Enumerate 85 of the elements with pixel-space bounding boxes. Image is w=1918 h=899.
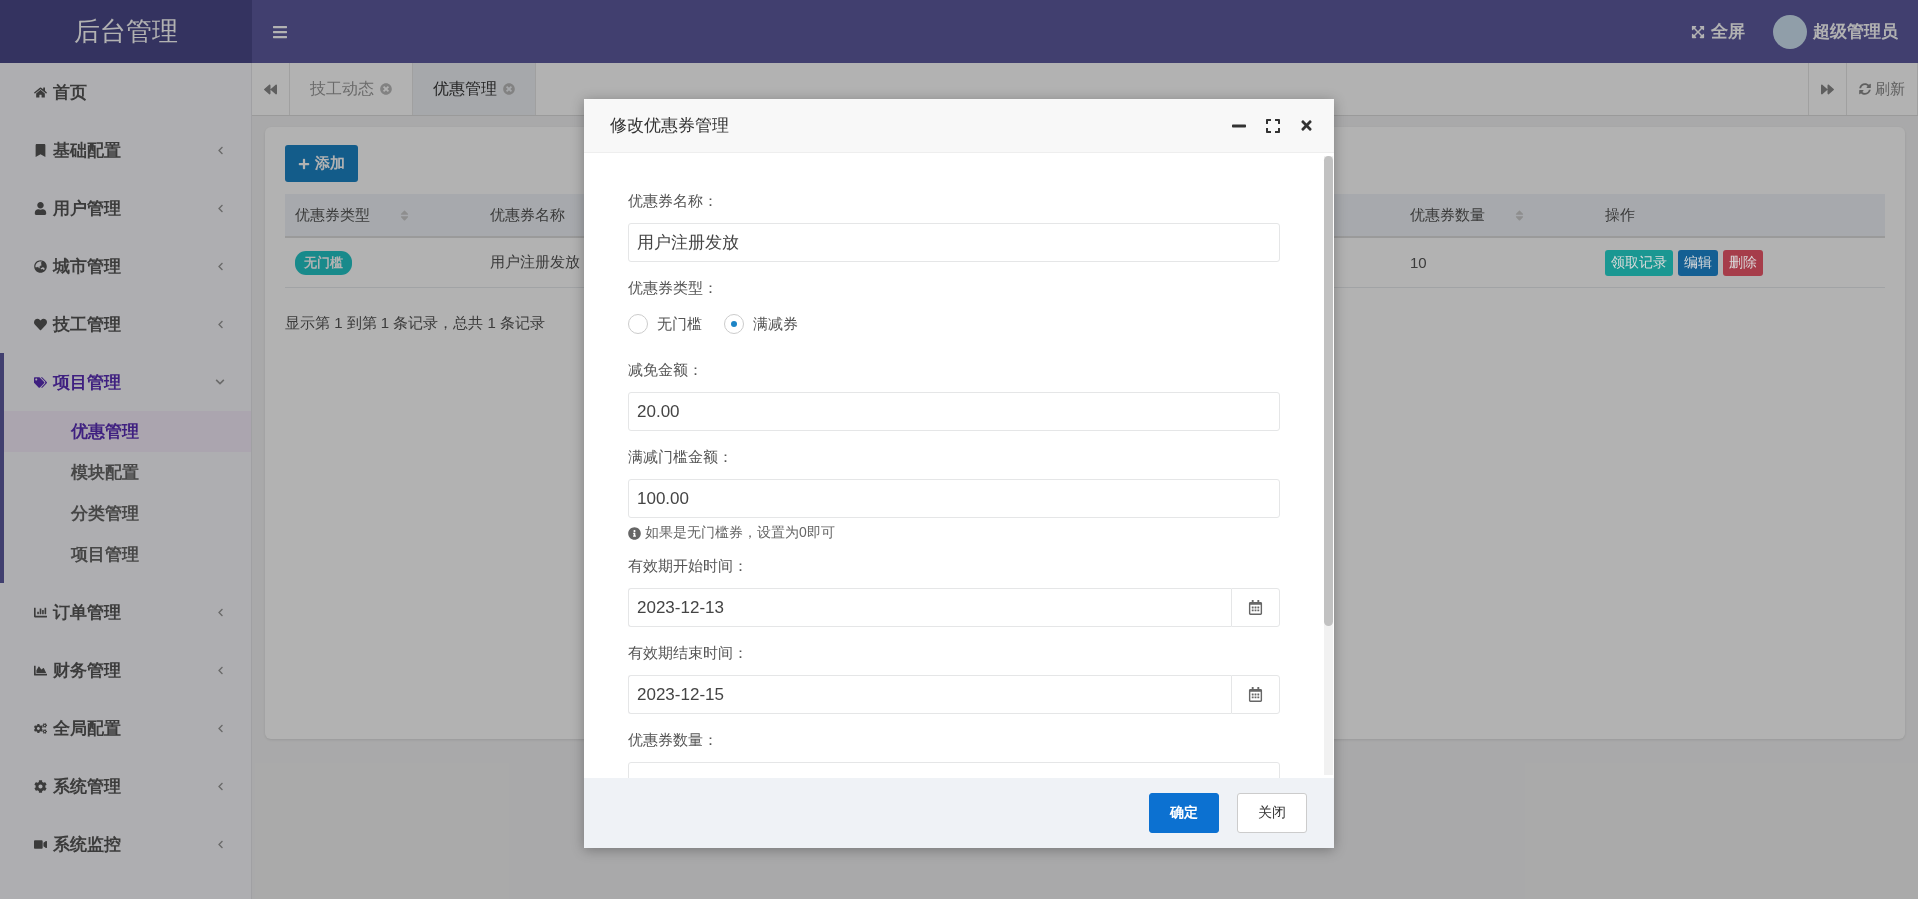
chevron-left-icon bbox=[216, 839, 225, 849]
pagination-info: 显示第 1 到第 1 条记录，总共 1 条记录 bbox=[285, 314, 546, 333]
help-text: 如果是无门槛券，设置为0即可 bbox=[645, 524, 835, 542]
field-label: 优惠券数量： bbox=[628, 730, 718, 750]
chevron-left-icon bbox=[216, 261, 225, 271]
chevron-left-icon bbox=[216, 607, 225, 617]
calendar-icon[interactable] bbox=[1231, 588, 1280, 627]
user-icon bbox=[34, 201, 47, 215]
bookmark-icon bbox=[34, 143, 47, 157]
chevron-left-icon bbox=[216, 145, 225, 155]
heart-icon bbox=[34, 317, 47, 331]
field-label: 有效期开始时间： bbox=[628, 556, 748, 576]
submenu-item[interactable]: 项目管理 bbox=[4, 534, 251, 575]
sidebar-item[interactable]: 用户管理 bbox=[0, 179, 251, 237]
tab[interactable]: 优惠管理 bbox=[413, 63, 536, 115]
sidebar-item[interactable]: 系统管理 bbox=[0, 757, 251, 815]
close-button[interactable]: 关闭 bbox=[1237, 793, 1307, 833]
calendar-icon[interactable] bbox=[1231, 675, 1280, 714]
column-header[interactable]: 优惠券类型 bbox=[295, 205, 411, 225]
refresh-icon bbox=[1859, 83, 1871, 95]
sidebar-item[interactable]: 财务管理 bbox=[0, 641, 251, 699]
action-button[interactable]: 编辑 bbox=[1678, 249, 1718, 276]
action-button[interactable]: 领取记录 bbox=[1605, 249, 1673, 276]
chevron-left-icon bbox=[216, 319, 225, 329]
chevron-left-icon bbox=[216, 665, 225, 675]
sidebar-item[interactable]: 基础配置 bbox=[0, 121, 251, 179]
app-title: 后台管理 bbox=[0, 0, 252, 63]
refresh-button[interactable]: 刷新 bbox=[1847, 63, 1918, 115]
tag-icon bbox=[34, 375, 47, 389]
dialog-title: 修改优惠券管理 bbox=[610, 115, 729, 137]
gear-icon bbox=[34, 779, 47, 793]
expand-icon bbox=[1691, 24, 1705, 39]
type-badge: 无门槛 bbox=[295, 250, 352, 275]
field-label: 优惠券名称： bbox=[628, 191, 718, 211]
chevron-down-icon bbox=[215, 377, 225, 387]
submenu-item[interactable]: 优惠管理 bbox=[4, 411, 251, 452]
table-cell: 10 bbox=[1410, 254, 1427, 271]
radio-label[interactable]: 满减券 bbox=[753, 314, 798, 334]
input-field[interactable]: 20.00 bbox=[628, 392, 1280, 431]
input-field[interactable]: 用户注册发放 bbox=[628, 223, 1280, 262]
field-label: 有效期结束时间： bbox=[628, 643, 748, 663]
home-icon bbox=[34, 85, 47, 99]
avatar-icon bbox=[1773, 14, 1807, 49]
user-menu[interactable]: 超级管理员 bbox=[1773, 14, 1898, 49]
table-cell: 用户注册发放 bbox=[490, 253, 580, 272]
radio-label[interactable]: 无门槛 bbox=[657, 314, 702, 334]
chevron-left-icon bbox=[216, 723, 225, 733]
confirm-button[interactable]: 确定 bbox=[1149, 793, 1219, 833]
bar-chart-icon bbox=[34, 605, 47, 619]
chevron-left-icon bbox=[216, 203, 225, 213]
maximize-icon[interactable] bbox=[1265, 117, 1281, 134]
close-icon[interactable] bbox=[1299, 118, 1314, 133]
column-header[interactable]: 优惠券数量 bbox=[1410, 205, 1526, 225]
chevron-left-icon bbox=[216, 781, 225, 791]
area-chart-icon bbox=[34, 663, 47, 677]
rewind-icon bbox=[264, 82, 277, 96]
sidebar-item[interactable]: 订单管理 bbox=[0, 583, 251, 641]
sort-icon bbox=[398, 208, 411, 222]
action-button[interactable]: 删除 bbox=[1723, 249, 1763, 276]
date-field[interactable]: 2023-12-13 bbox=[628, 588, 1231, 627]
fullscreen-button[interactable]: 全屏 bbox=[1691, 20, 1745, 43]
sort-icon bbox=[1513, 208, 1526, 222]
globe-icon bbox=[34, 259, 47, 273]
video-camera-icon bbox=[34, 837, 47, 851]
sidebar-item[interactable]: 技工管理 bbox=[0, 295, 251, 353]
column-header: 优惠券名称 bbox=[490, 205, 565, 225]
gears-icon bbox=[34, 721, 47, 735]
sidebar-item[interactable]: 全局配置 bbox=[0, 699, 251, 757]
add-button[interactable]: 添加 bbox=[285, 145, 358, 182]
field-label: 满减门槛金额： bbox=[628, 447, 733, 467]
field-label: 减免金额： bbox=[628, 360, 703, 380]
column-header: 操作 bbox=[1605, 205, 1635, 225]
sidebar-item[interactable]: 首页 bbox=[0, 63, 251, 121]
submenu-item[interactable]: 分类管理 bbox=[4, 493, 251, 534]
input-field[interactable]: 100.00 bbox=[628, 479, 1280, 518]
scroll-right-button[interactable] bbox=[1808, 63, 1847, 115]
field-label: 优惠券类型： bbox=[628, 278, 718, 298]
info-icon bbox=[628, 526, 641, 540]
date-field[interactable]: 2023-12-15 bbox=[628, 675, 1231, 714]
menu-icon[interactable] bbox=[272, 23, 288, 40]
fast-forward-icon bbox=[1821, 82, 1834, 96]
plus-icon bbox=[298, 157, 310, 170]
submenu-item[interactable]: 模块配置 bbox=[4, 452, 251, 493]
sidebar-item[interactable]: 城市管理 bbox=[0, 237, 251, 295]
sidebar-item[interactable]: 系统监控 bbox=[0, 815, 251, 873]
